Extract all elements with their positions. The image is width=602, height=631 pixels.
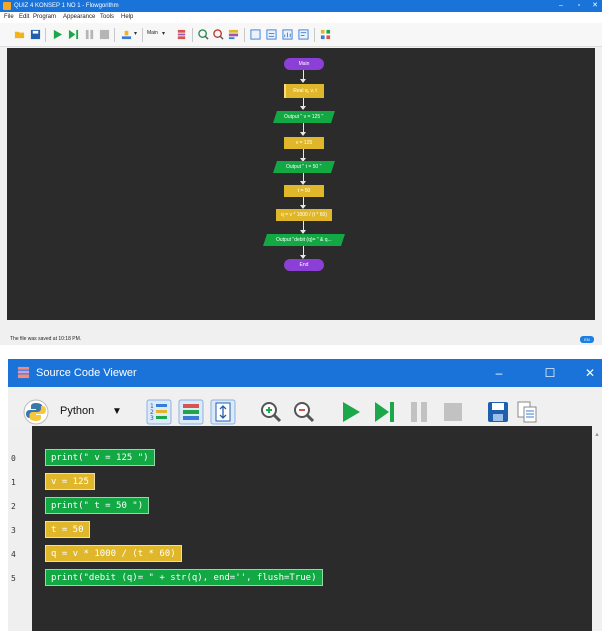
minimize-button[interactable]: – [554, 0, 568, 12]
minimize-button[interactable]: – [487, 363, 511, 383]
step-icon[interactable] [372, 399, 398, 425]
flowgorithm-app-icon [3, 2, 11, 10]
code-line[interactable]: print(" t = 50 ") [45, 497, 150, 514]
menu-file[interactable]: File [4, 12, 14, 23]
run-icon[interactable] [52, 29, 63, 40]
toolbar-separator [142, 28, 143, 42]
menubar: File Edit Program Appearance Tools Help [0, 12, 602, 23]
code-line[interactable]: q = v * 1000 / (t * 60) [45, 545, 182, 562]
window-title: QUIZ 4 KONSEP 1 NO 1 - Flowgorithm [14, 3, 119, 9]
flowchart-end[interactable]: End [284, 259, 324, 271]
menu-tools[interactable]: Tools [100, 12, 114, 23]
line-number-gutter: 0 1 2 3 4 5 [8, 426, 32, 631]
flow-arrow [300, 106, 306, 110]
chevron-down-icon[interactable]: ▼ [112, 406, 122, 417]
fit-height-icon[interactable] [210, 399, 236, 425]
language-badge[interactable]: EN [580, 336, 594, 343]
flowchart-assign[interactable]: v = 125 [284, 137, 324, 149]
flow-arrow [300, 132, 306, 136]
code-line[interactable]: print(" v = 125 ") [45, 449, 155, 466]
stop-icon[interactable] [99, 29, 110, 40]
source-code-icon[interactable] [298, 29, 309, 40]
scv-titlebar: Source Code Viewer – ☐ ✕ [8, 359, 602, 387]
close-button[interactable]: ✕ [588, 0, 602, 12]
zoom-in-icon[interactable] [198, 29, 209, 40]
python-icon [23, 399, 49, 425]
run-icon[interactable] [338, 399, 364, 425]
toolbar-separator [244, 28, 245, 42]
vertical-scrollbar[interactable]: ▲ [592, 426, 602, 631]
line-number: 0 [11, 454, 16, 463]
menu-help[interactable]: Help [121, 12, 133, 23]
variable-watch-icon[interactable] [121, 29, 132, 40]
toolbar-separator [192, 28, 193, 42]
pause-icon[interactable] [84, 29, 95, 40]
line-number: 5 [11, 574, 16, 583]
line-number: 4 [11, 550, 16, 559]
statusbar: The file was saved at 10:18 PM. EN [0, 333, 602, 345]
maximize-button[interactable]: ▫ [572, 0, 586, 12]
layout-icon[interactable] [228, 29, 239, 40]
flowgorithm-titlebar: QUIZ 4 KONSEP 1 NO 1 - Flowgorithm – ▫ ✕ [0, 0, 602, 12]
menu-appearance[interactable]: Appearance [63, 12, 95, 23]
chart-window-icon[interactable] [282, 29, 293, 40]
flowchart-declare[interactable]: Real q, v, t [284, 84, 324, 98]
horizontal-scrollbar[interactable] [7, 320, 595, 328]
pause-icon[interactable] [406, 399, 432, 425]
source-code-app-icon [17, 366, 30, 379]
open-folder-icon[interactable] [14, 29, 25, 40]
console-icon[interactable] [250, 29, 261, 40]
line-numbers-icon[interactable]: 1 2 3 [146, 399, 172, 425]
line-number: 1 [11, 478, 16, 487]
variables-icon[interactable] [266, 29, 277, 40]
save-icon[interactable] [30, 29, 41, 40]
svg-text:3: 3 [150, 415, 154, 422]
zoom-in-icon[interactable] [258, 399, 284, 425]
step-icon[interactable] [68, 29, 79, 40]
function-select[interactable]: Main [147, 30, 158, 36]
toolbar-separator [314, 28, 315, 42]
flowchart-output[interactable]: Output "debit (q)= " & q... [263, 234, 345, 246]
zoom-out-icon[interactable] [213, 29, 224, 40]
copy-icon[interactable] [514, 399, 540, 425]
status-message: The file was saved at 10:18 PM. [10, 336, 82, 342]
source-code-viewer-window: Source Code Viewer – ☐ ✕ Python ▼ 1 2 3 [8, 359, 602, 631]
toolbar-separator [45, 28, 46, 42]
chevron-down-icon[interactable]: ▾ [134, 30, 137, 37]
code-line[interactable]: t = 50 [45, 521, 90, 538]
menu-edit[interactable]: Edit [19, 12, 29, 23]
flow-arrow [300, 79, 306, 83]
line-number: 3 [11, 526, 16, 535]
stop-icon[interactable] [440, 399, 466, 425]
close-button[interactable]: ✕ [578, 363, 602, 383]
code-line[interactable]: print("debit (q)= " + str(q), end='', fl… [45, 569, 323, 586]
chevron-down-icon[interactable]: ▾ [162, 30, 165, 37]
menu-program[interactable]: Program [33, 12, 56, 23]
functions-icon[interactable] [176, 29, 187, 40]
scv-title: Source Code Viewer [36, 367, 137, 379]
scroll-up-icon[interactable]: ▲ [594, 432, 600, 438]
toolbar-separator [114, 28, 115, 42]
flowchart-output[interactable]: Output " t = 50 " [273, 161, 335, 173]
maximize-button[interactable]: ☐ [538, 363, 562, 383]
save-icon[interactable] [485, 399, 511, 425]
code-editor[interactable]: 0 1 2 3 4 5 print(" v = 125 ") v = 125 p… [8, 426, 602, 631]
main-toolbar: ▾ Main ▾ [0, 23, 602, 47]
flowchart-output[interactable]: Output " v = 125 " [273, 111, 335, 123]
language-select[interactable]: Python [60, 405, 94, 417]
flowchart-assign[interactable]: q = v * 1000 / (t * 60) [276, 209, 332, 221]
zoom-out-icon[interactable] [291, 399, 317, 425]
flowchart-assign[interactable]: t = 50 [284, 185, 324, 197]
flowchart-start[interactable]: Main [284, 58, 324, 70]
flowgorithm-window: QUIZ 4 KONSEP 1 NO 1 - Flowgorithm – ▫ ✕… [0, 0, 602, 345]
generate-code-icon[interactable] [320, 29, 331, 40]
code-line[interactable]: v = 125 [45, 473, 95, 490]
color-blocks-icon[interactable] [178, 399, 204, 425]
line-number: 2 [11, 502, 16, 511]
